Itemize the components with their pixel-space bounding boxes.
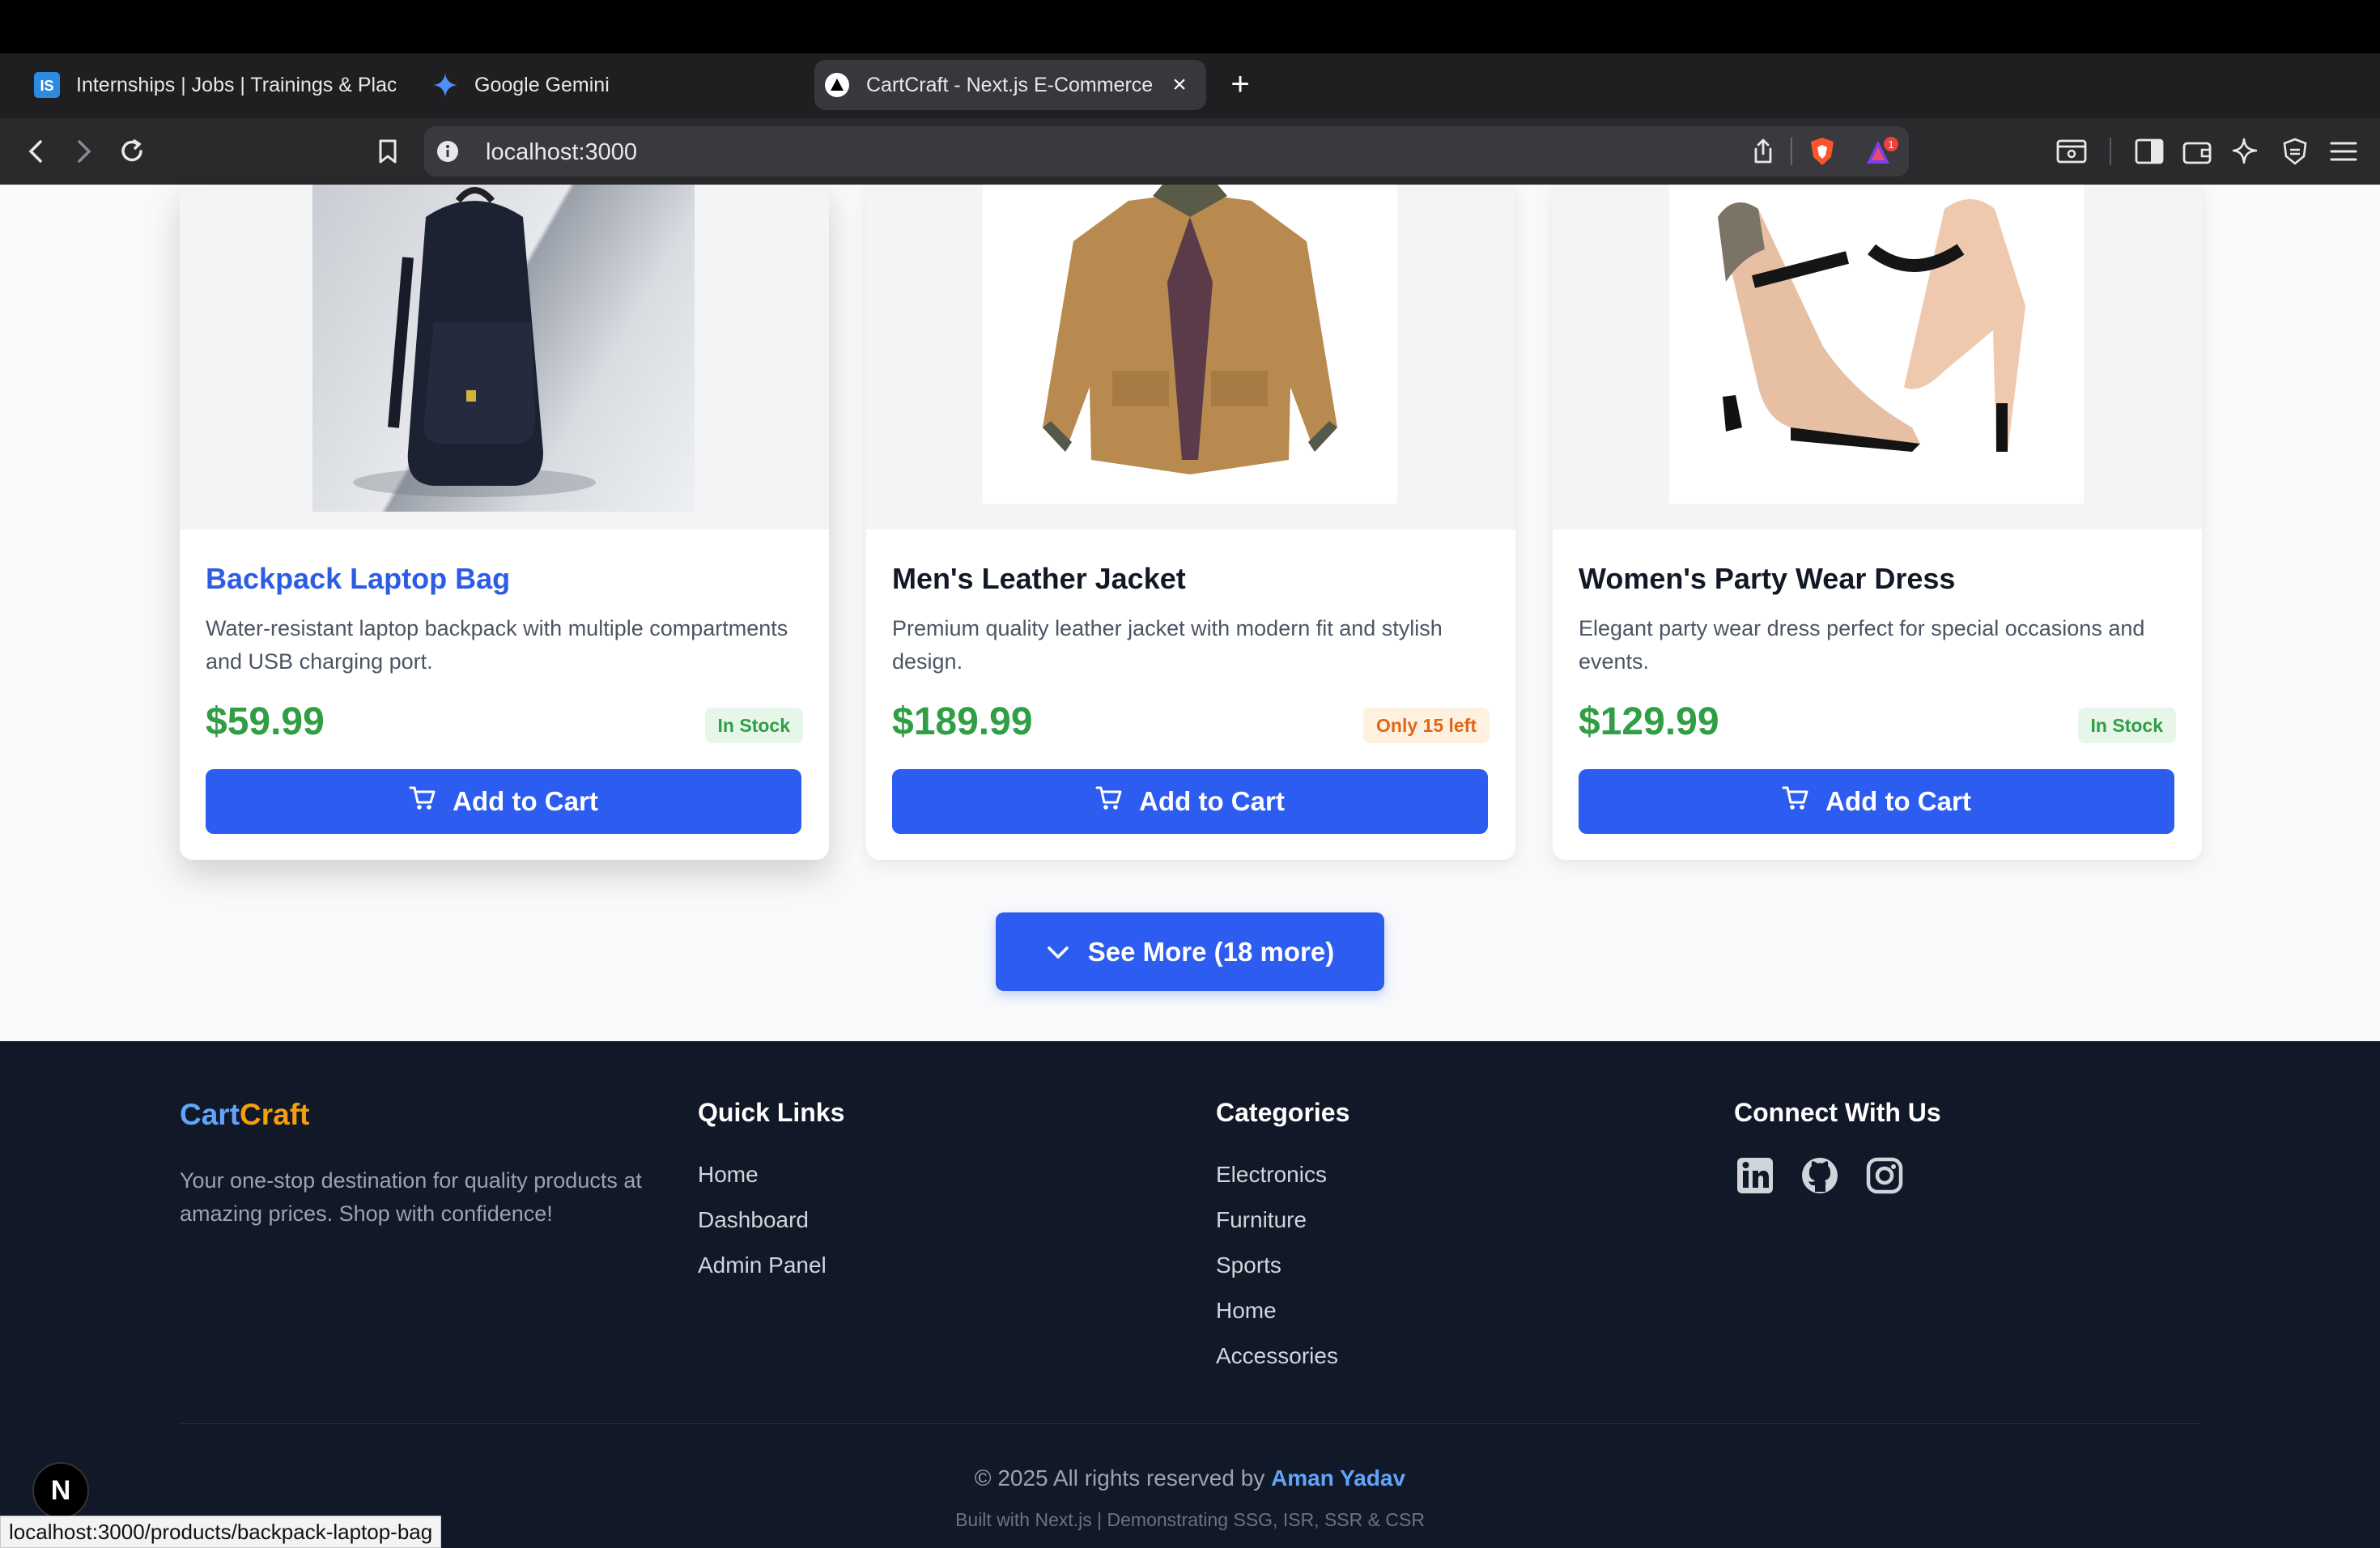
internshala-icon: IS	[34, 72, 60, 98]
cart-icon	[1782, 785, 1825, 819]
new-tab-button[interactable]: +	[1224, 68, 1256, 100]
toolbar-separator	[2110, 138, 2111, 165]
sidebar-icon[interactable]	[2132, 134, 2166, 168]
site-info-icon[interactable]	[436, 139, 460, 168]
tab-strip: IS Internships | Jobs | Trainings & Plac…	[0, 53, 2380, 118]
tab-label: CartCraft - Next.js E-Commerce	[866, 73, 1154, 96]
footer-link-admin-panel[interactable]: Admin Panel	[698, 1252, 827, 1297]
add-to-cart-label: Add to Cart	[453, 786, 598, 816]
product-card[interactable]: Men's Leather Jacket Premium quality lea…	[866, 185, 1515, 860]
leo-ai-icon[interactable]	[2229, 134, 2263, 168]
stock-badge: Only 15 left	[1363, 708, 1490, 743]
brave-shields-icon[interactable]	[1808, 136, 1836, 171]
category-link-home[interactable]: Home	[1216, 1297, 1338, 1342]
product-image-heels[interactable]	[1669, 185, 2084, 504]
add-to-cart-label: Add to Cart	[1139, 786, 1285, 816]
connect-heading: Connect With Us	[1734, 1098, 1941, 1127]
footer-tagline: Your one-stop destination for quality pr…	[180, 1168, 642, 1226]
svg-text:IS: IS	[40, 78, 53, 94]
product-image-backpack[interactable]	[312, 185, 695, 512]
nextjs-dev-indicator[interactable]: N	[32, 1462, 89, 1519]
close-tab-icon[interactable]: ×	[1167, 73, 1192, 97]
add-to-cart-label: Add to Cart	[1825, 786, 1971, 816]
cart-icon	[1095, 785, 1139, 819]
category-link-electronics[interactable]: Electronics	[1216, 1161, 1338, 1206]
product-price: $189.99	[892, 700, 1033, 743]
instagram-icon[interactable]	[1864, 1155, 1906, 1197]
tab-internshala[interactable]: IS Internships | Jobs | Trainings & Plac	[24, 60, 405, 110]
brand-part-1: Cart	[180, 1098, 240, 1131]
quick-links-list: Home Dashboard Admin Panel	[698, 1161, 827, 1297]
url-text: localhost:3000	[486, 139, 638, 165]
categories-list: Electronics Furniture Sports Home Access…	[1216, 1161, 1338, 1388]
author-link[interactable]: Aman Yadav	[1271, 1465, 1405, 1491]
page-content: Backpack Laptop Bag Water-resistant lapt…	[0, 185, 2380, 1041]
category-link-accessories[interactable]: Accessories	[1216, 1342, 1338, 1388]
address-bar[interactable]: localhost:3000 1	[424, 126, 1909, 176]
notification-count: 1	[1888, 138, 1893, 151]
tab-label: Internships | Jobs | Trainings & Plac	[76, 73, 396, 96]
product-description: Elegant party wear dress perfect for spe…	[1579, 616, 2145, 674]
product-title[interactable]: Backpack Laptop Bag	[206, 562, 510, 596]
footer-divider	[180, 1423, 2200, 1424]
reload-icon[interactable]	[115, 134, 149, 168]
footer-brand-logo: CartCraft	[180, 1098, 309, 1132]
footer-link-home[interactable]: Home	[698, 1161, 827, 1206]
menu-icon[interactable]	[2327, 134, 2361, 168]
nextjs-icon	[824, 72, 850, 98]
stock-badge: In Stock	[2077, 708, 2176, 743]
product-description: Water-resistant laptop backpack with mul…	[206, 616, 788, 674]
gemini-icon	[432, 72, 458, 98]
product-price: $59.99	[206, 700, 325, 743]
product-title[interactable]: Women's Party Wear Dress	[1579, 562, 1955, 596]
footer-link-dashboard[interactable]: Dashboard	[698, 1206, 827, 1252]
reader-mode-icon[interactable]	[2055, 134, 2089, 168]
cart-icon	[409, 785, 453, 819]
product-card[interactable]: Backpack Laptop Bag Water-resistant lapt…	[180, 185, 829, 860]
status-bar-url: localhost:3000/products/backpack-laptop-…	[0, 1516, 442, 1548]
copyright-prefix: © 2025 All rights reserved by	[974, 1465, 1265, 1491]
vpn-shield-icon[interactable]	[2278, 134, 2312, 168]
category-link-furniture[interactable]: Furniture	[1216, 1206, 1338, 1252]
see-more-label: See More (18 more)	[1087, 936, 1335, 967]
product-image-area	[1553, 185, 2202, 529]
social-links	[1734, 1155, 1928, 1197]
linkedin-icon[interactable]	[1734, 1155, 1776, 1197]
github-icon[interactable]	[1799, 1155, 1841, 1197]
forward-icon[interactable]	[66, 134, 100, 168]
category-link-sports[interactable]: Sports	[1216, 1252, 1338, 1297]
add-to-cart-button[interactable]: Add to Cart	[206, 769, 801, 834]
tab-cartcraft[interactable]: CartCraft - Next.js E-Commerce ×	[814, 60, 1206, 110]
product-image-area	[180, 185, 829, 529]
back-icon[interactable]	[19, 134, 53, 168]
product-image-area	[866, 185, 1515, 529]
bookmark-icon[interactable]	[371, 134, 405, 168]
window-top-bar	[0, 0, 2380, 53]
categories-heading: Categories	[1216, 1098, 1350, 1127]
product-image-jacket[interactable]	[983, 185, 1397, 504]
see-more-button[interactable]: See More (18 more)	[996, 912, 1384, 991]
tab-label: Google Gemini	[474, 73, 610, 96]
product-price: $129.99	[1579, 700, 1719, 743]
wallet-icon[interactable]	[2181, 134, 2215, 168]
add-to-cart-button[interactable]: Add to Cart	[1579, 769, 2174, 834]
copyright-text: © 2025 All rights reserved by Aman Yadav	[0, 1465, 2380, 1491]
tab-gemini[interactable]: Google Gemini	[423, 60, 803, 110]
product-description: Premium quality leather jacket with mode…	[892, 616, 1443, 674]
add-to-cart-button[interactable]: Add to Cart	[892, 769, 1488, 834]
product-card[interactable]: Women's Party Wear Dress Elegant party w…	[1553, 185, 2202, 860]
brave-rewards-icon[interactable]: 1	[1865, 136, 1899, 172]
quick-links-heading: Quick Links	[698, 1098, 845, 1127]
browser-toolbar: localhost:3000 1	[0, 118, 2380, 185]
chevron-down-icon	[1046, 937, 1088, 968]
product-title[interactable]: Men's Leather Jacket	[892, 562, 1186, 596]
share-icon[interactable]	[1752, 138, 1774, 169]
separator	[1791, 138, 1792, 165]
stock-badge: In Stock	[704, 708, 803, 743]
brand-part-2: Craft	[240, 1098, 310, 1131]
site-footer: CartCraft Your one-stop destination for …	[0, 1041, 2380, 1548]
